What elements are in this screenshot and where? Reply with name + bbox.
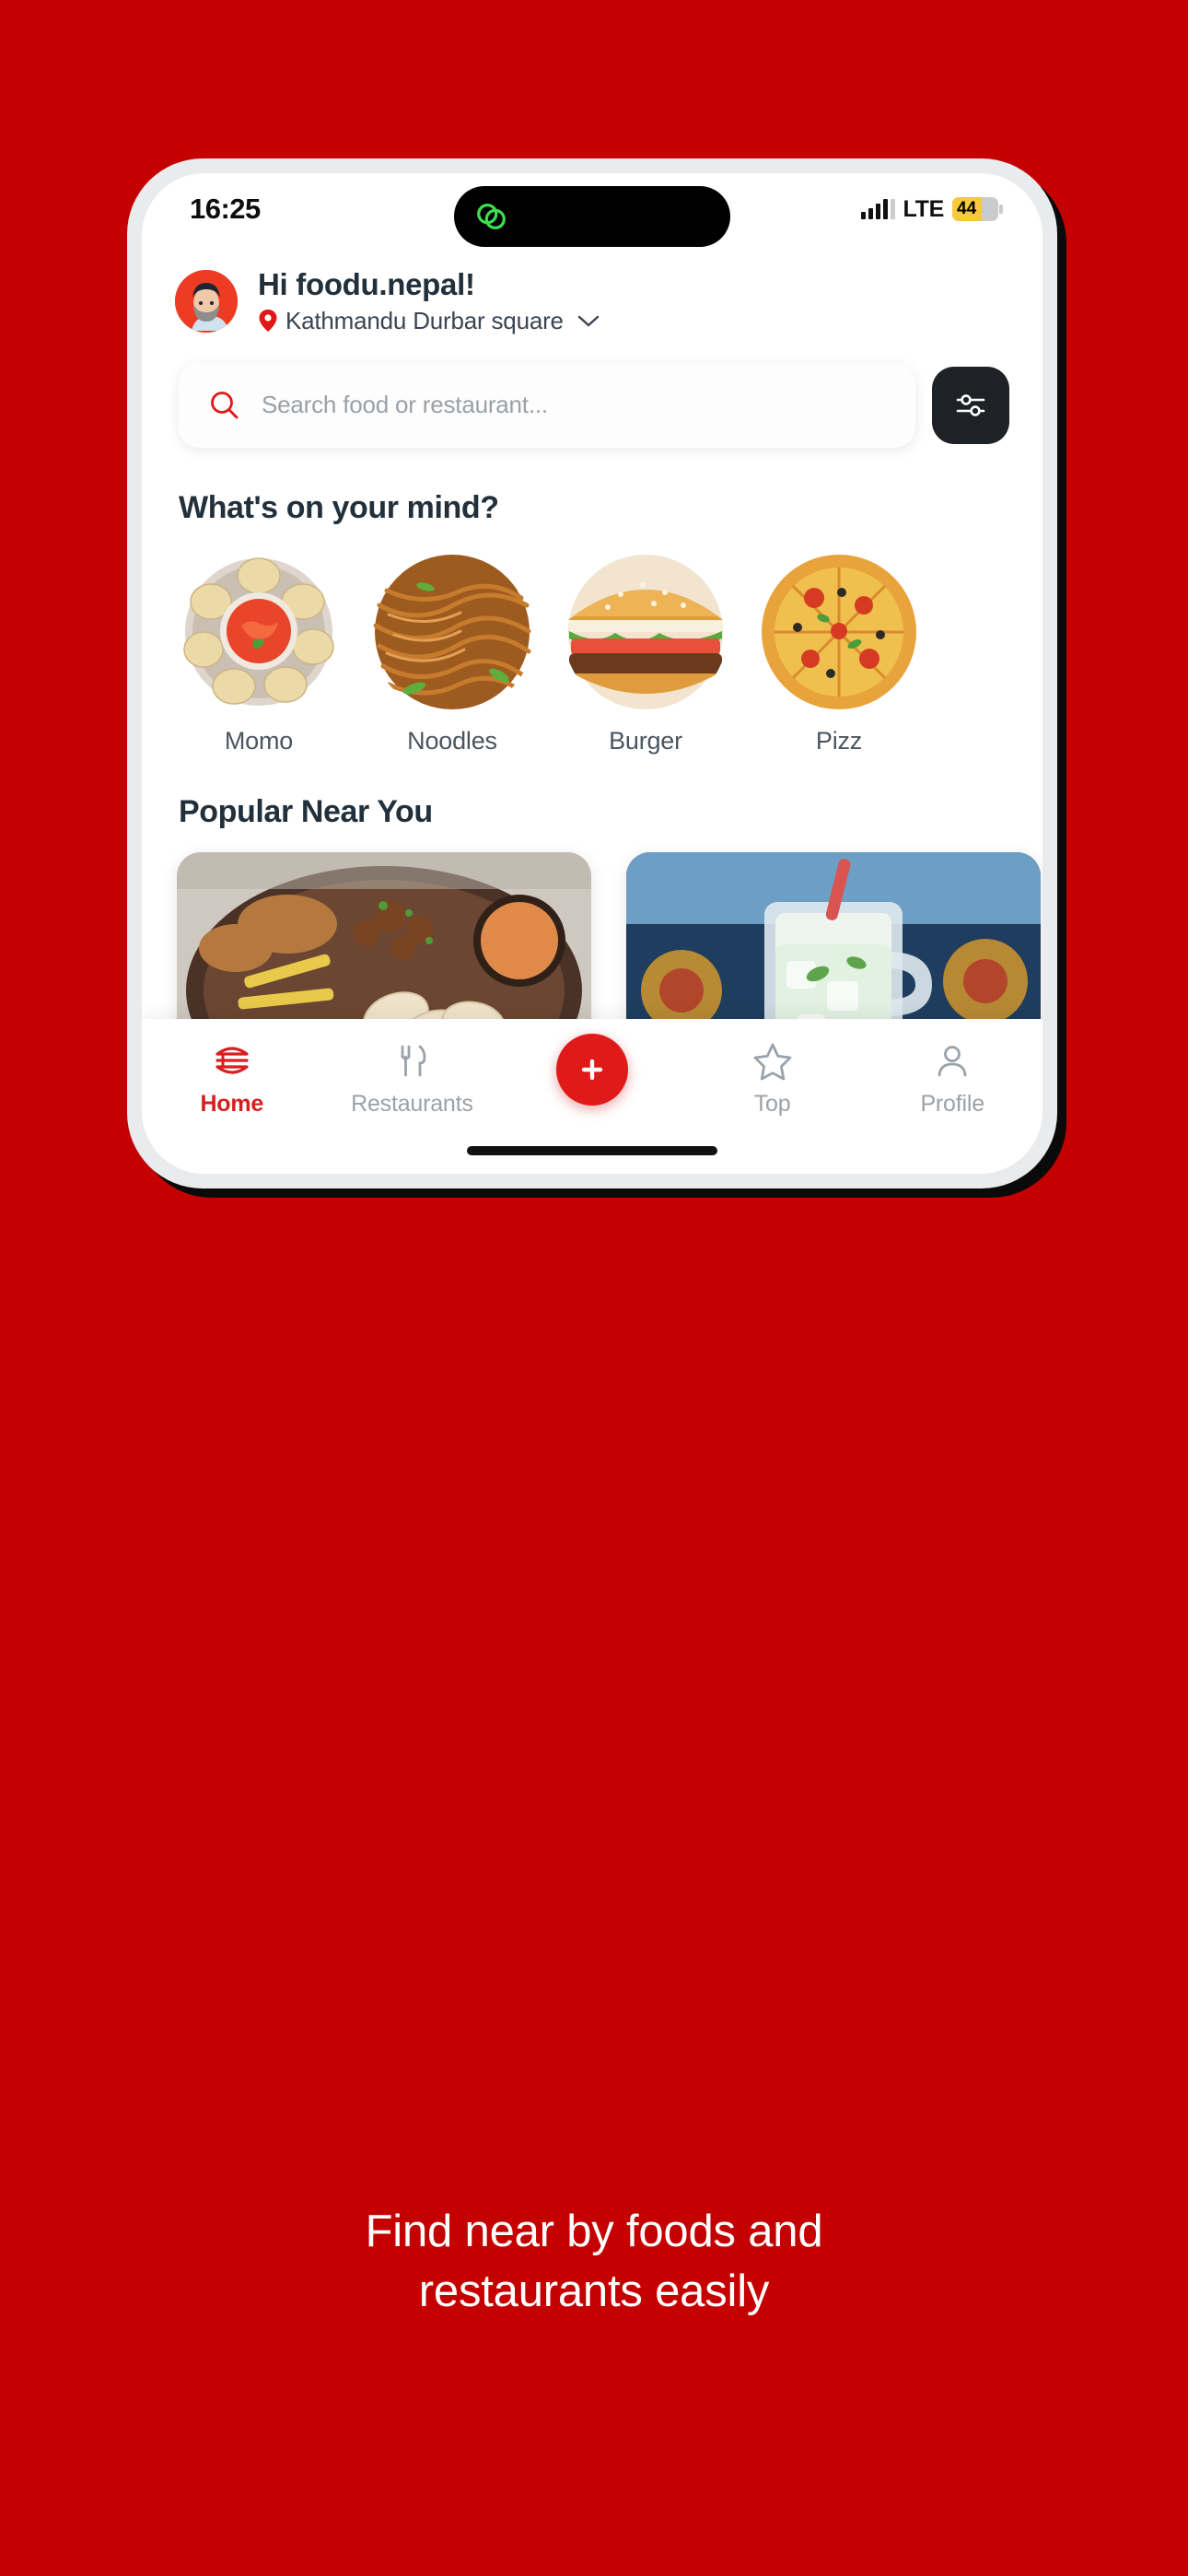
- promo-caption: Find near by foods and restaurants easil…: [0, 2202, 1188, 2321]
- status-indicators: LTE 44: [860, 195, 1003, 223]
- nav-item-profile[interactable]: Profile: [862, 1039, 1042, 1118]
- user-avatar: [175, 269, 238, 333]
- battery-percent: 44: [957, 199, 977, 218]
- nav-item-top[interactable]: Top: [682, 1039, 863, 1118]
- nav-item-home[interactable]: Home: [142, 1039, 322, 1118]
- star-outline-icon: [753, 1043, 791, 1081]
- search-placeholder: Search food or restaurant...: [262, 391, 548, 419]
- caption-line-2: restaurants easily: [418, 2266, 770, 2316]
- avatar[interactable]: [175, 269, 238, 333]
- momo-image: [177, 549, 341, 714]
- category-item[interactable]: Noodles: [370, 549, 534, 755]
- chevron-down-icon[interactable]: [577, 313, 600, 328]
- section-title-popular: Popular Near You: [179, 793, 433, 829]
- burger-image: [564, 549, 728, 714]
- green-link-icon: [477, 204, 506, 229]
- filter-sliders-icon: [956, 394, 985, 416]
- filter-button[interactable]: [932, 366, 1009, 444]
- nav-label-home: Home: [200, 1091, 264, 1117]
- burger-home-icon: [215, 1047, 249, 1074]
- pizza-image: [757, 549, 921, 714]
- plus-add-icon: [581, 1059, 603, 1081]
- category-label: Pizz: [815, 726, 863, 755]
- search-row: Search food or restaurant...: [142, 335, 1042, 448]
- greeting-label: Hi foodu.nepal!: [258, 267, 475, 301]
- category-list: Momo Noodles Burger Pizz: [142, 526, 1042, 755]
- section-title-mind: What's on your mind?: [179, 489, 499, 525]
- location-pin-icon: [259, 310, 277, 333]
- battery-indicator: 44: [952, 197, 1003, 221]
- greeting-text-block: Hi foodu.nepal! Kathmandu Durbar square: [258, 267, 600, 335]
- fork-knife-icon: [401, 1045, 426, 1077]
- search-input[interactable]: Search food or restaurant...: [179, 362, 915, 448]
- location-row[interactable]: Kathmandu Durbar square: [258, 307, 600, 335]
- category-item[interactable]: Burger: [564, 549, 728, 755]
- category-label: Noodles: [407, 726, 497, 755]
- search-icon: [211, 392, 239, 419]
- category-item[interactable]: Pizz: [757, 549, 921, 755]
- nav-label-profile: Profile: [920, 1091, 984, 1117]
- network-label: LTE: [903, 195, 945, 222]
- category-label: Burger: [609, 726, 682, 755]
- dynamic-island: [454, 186, 730, 247]
- signal-bars-icon: [860, 199, 895, 219]
- noodles-image: [370, 549, 534, 714]
- status-bar: 16:25 LTE 44: [142, 173, 1042, 247]
- home-indicator[interactable]: [467, 1146, 717, 1155]
- greeting-row: Hi foodu.nepal! Kathmandu Durbar square: [142, 245, 1042, 335]
- caption-line-1: Find near by foods and: [365, 2207, 823, 2256]
- nav-label-restaurants: Restaurants: [351, 1091, 473, 1117]
- nav-item-restaurants[interactable]: Restaurants: [322, 1039, 503, 1118]
- nav-label-top: Top: [753, 1091, 791, 1117]
- phone-mockup: 16:25 LTE 44 Hi foodu.nepal! Kathmandu D…: [127, 158, 1057, 1188]
- category-item[interactable]: Momo: [177, 549, 341, 755]
- nav-item-add[interactable]: [502, 1034, 682, 1106]
- status-time: 16:25: [190, 193, 261, 225]
- person-icon: [938, 1046, 967, 1077]
- add-button[interactable]: [555, 1034, 628, 1106]
- phone-screen: 16:25 LTE 44 Hi foodu.nepal! Kathmandu D…: [142, 173, 1042, 1174]
- location-label: Kathmandu Durbar square: [285, 306, 564, 334]
- category-label: Momo: [224, 726, 294, 755]
